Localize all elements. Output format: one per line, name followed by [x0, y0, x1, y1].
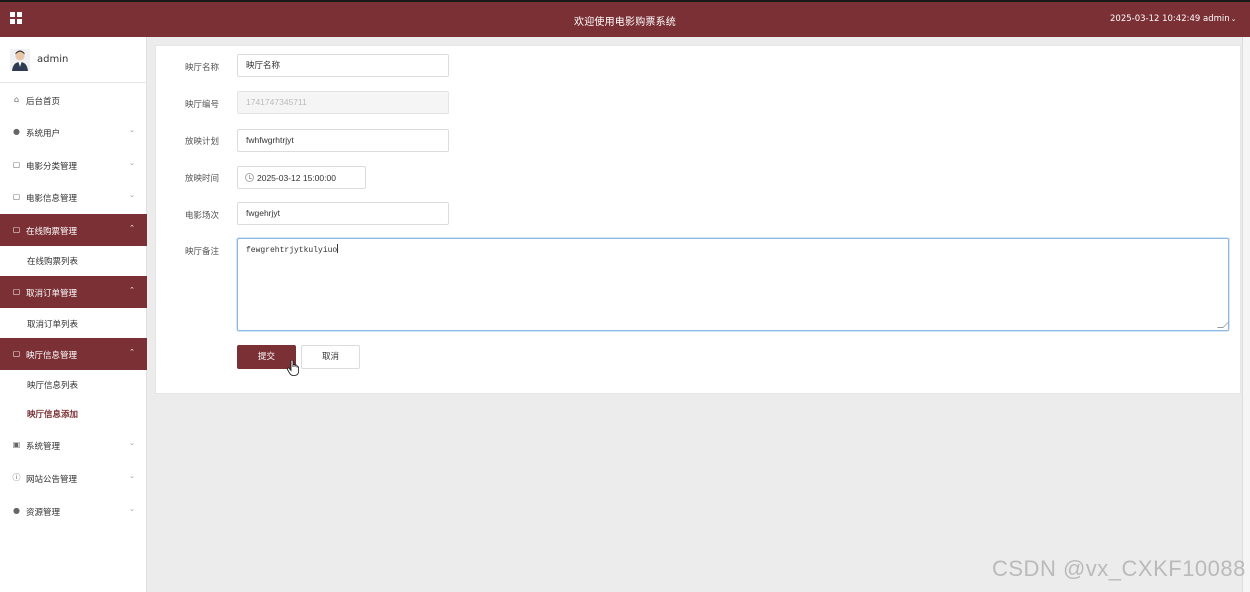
field-label-hall-name: 映厅名称: [185, 63, 220, 73]
doc-icon: ▢: [12, 349, 21, 358]
user-menu-label: admin: [1203, 14, 1230, 24]
chevron-up-icon: ⌃: [129, 224, 135, 232]
home-icon: ⌂: [13, 95, 20, 104]
doc-icon: ▢: [12, 192, 21, 201]
clock-icon: [245, 173, 254, 182]
sidebar-subitem-cancel-order-list[interactable]: 取消订单列表: [0, 309, 147, 337]
sidebar-item-site-notice[interactable]: ⓘ 网站公告管理 ⌄: [0, 462, 147, 494]
sidebar-item-movie-info[interactable]: ▢ 电影信息管理 ⌄: [0, 181, 147, 213]
doc-icon: ▢: [12, 160, 21, 169]
text-caret: [337, 244, 339, 253]
sidebar-subitem-label: 取消订单列表: [27, 320, 79, 330]
sidebar-item-resources[interactable]: ● 资源管理 ⌄: [0, 495, 147, 527]
sidebar-item-label: 取消订单管理: [26, 289, 78, 299]
watermark: CSDN @vx_CXKF10088: [992, 556, 1246, 581]
sidebar-item-system-users[interactable]: ● 系统用户 ⌄: [0, 116, 147, 148]
chevron-down-icon: ⌄: [129, 472, 135, 480]
sidebar-item-label: 在线购票管理: [26, 227, 78, 237]
sidebar-item-label: 网站公告管理: [26, 475, 78, 485]
sidebar-item-home[interactable]: ⌂ 后台首页: [0, 84, 147, 116]
field-label-hall-number: 映厅编号: [185, 100, 220, 110]
screening-time-picker[interactable]: 2025-03-12 15:00:00: [237, 166, 366, 189]
chevron-down-icon: ⌄: [129, 191, 135, 199]
cancel-button[interactable]: 取消: [301, 345, 360, 369]
field-label-screening-time: 放映时间: [185, 174, 220, 184]
doc-icon: ▢: [12, 225, 21, 234]
resize-grip-icon[interactable]: [1217, 322, 1229, 328]
chevron-down-icon: ⌄: [129, 159, 135, 167]
sidebar-item-label: 映厅信息管理: [26, 351, 78, 361]
chevron-down-icon: ⌄: [129, 126, 135, 134]
sidebar-item-label: 资源管理: [26, 508, 61, 518]
datetime-display: 2025-03-12 10:42:49: [1110, 14, 1201, 24]
user-menu[interactable]: admin⌄: [1203, 14, 1237, 24]
scrollbar-track[interactable]: [1242, 37, 1250, 592]
sidebar-item-label: 电影分类管理: [26, 162, 78, 172]
hall-number-input: 1741747345711: [237, 91, 449, 114]
chevron-down-icon: ⌄: [129, 505, 135, 513]
info-icon: ⓘ: [12, 473, 21, 482]
sidebar-subitem-online-ticket-list[interactable]: 在线购票列表: [0, 246, 147, 274]
doc-icon: ▢: [12, 287, 21, 296]
sidebar-item-label: 电影信息管理: [26, 194, 78, 204]
screening-plan-input[interactable]: fwhfwgrhtrjyt: [237, 129, 449, 152]
sidebar-subitem-label: 映厅信息列表: [27, 381, 79, 391]
field-label-remarks: 映厅备注: [185, 247, 220, 257]
session-input[interactable]: fwgehrjyt: [237, 202, 449, 225]
sidebar-item-movie-category[interactable]: ▢ 电影分类管理 ⌄: [0, 149, 147, 181]
chevron-down-icon: ⌄: [129, 439, 135, 447]
sidebar-profile: admin: [0, 37, 146, 83]
image-icon: ▣: [12, 440, 21, 449]
sidebar-item-label: 系统用户: [26, 129, 61, 139]
sidebar-item-online-ticket[interactable]: ▢ 在线购票管理 ⌃: [0, 214, 147, 246]
sidebar: admin ⌂ 后台首页 ● 系统用户 ⌄ ▢ 电影分类管理 ⌄ ▢ 电影信息管…: [0, 37, 147, 592]
profile-name: admin: [37, 54, 69, 65]
hand-cursor-icon: [287, 360, 299, 376]
sidebar-subitem-label: 在线购票列表: [27, 257, 79, 267]
sidebar-subitem-label: 映厅信息添加: [27, 410, 79, 420]
hall-name-input[interactable]: 映厅名称: [237, 54, 449, 77]
sidebar-item-cancel-order[interactable]: ▢ 取消订单管理 ⌃: [0, 276, 147, 308]
field-label-session: 电影场次: [185, 211, 220, 221]
app-title: 欢迎使用电影购票系统: [574, 17, 676, 28]
chevron-down-icon: ⌄: [1230, 15, 1237, 23]
chevron-up-icon: ⌃: [129, 286, 135, 294]
sidebar-item-hall-info[interactable]: ▢ 映厅信息管理 ⌃: [0, 338, 147, 370]
sidebar-subitem-hall-info-add[interactable]: 映厅信息添加: [0, 399, 147, 427]
avatar: [10, 49, 30, 71]
remarks-text: fewgrehtrjytkulyiuo: [246, 246, 338, 255]
sidebar-item-label: 系统管理: [26, 442, 61, 452]
chevron-up-icon: ⌃: [129, 348, 135, 356]
field-label-screening-plan: 放映计划: [185, 137, 220, 147]
user-icon: ●: [13, 127, 20, 136]
location-icon: ●: [13, 506, 20, 515]
sidebar-item-system-management[interactable]: ▣ 系统管理 ⌄: [0, 429, 147, 461]
sidebar-subitem-hall-info-list[interactable]: 映厅信息列表: [0, 370, 147, 398]
remarks-textarea[interactable]: fewgrehtrjytkulyiuo: [237, 238, 1229, 331]
screening-time-value: 2025-03-12 15:00:00: [257, 173, 336, 183]
top-bar: 欢迎使用电影购票系统 2025-03-12 10:42:49 admin⌄: [0, 0, 1250, 37]
sidebar-item-label: 后台首页: [26, 97, 61, 107]
